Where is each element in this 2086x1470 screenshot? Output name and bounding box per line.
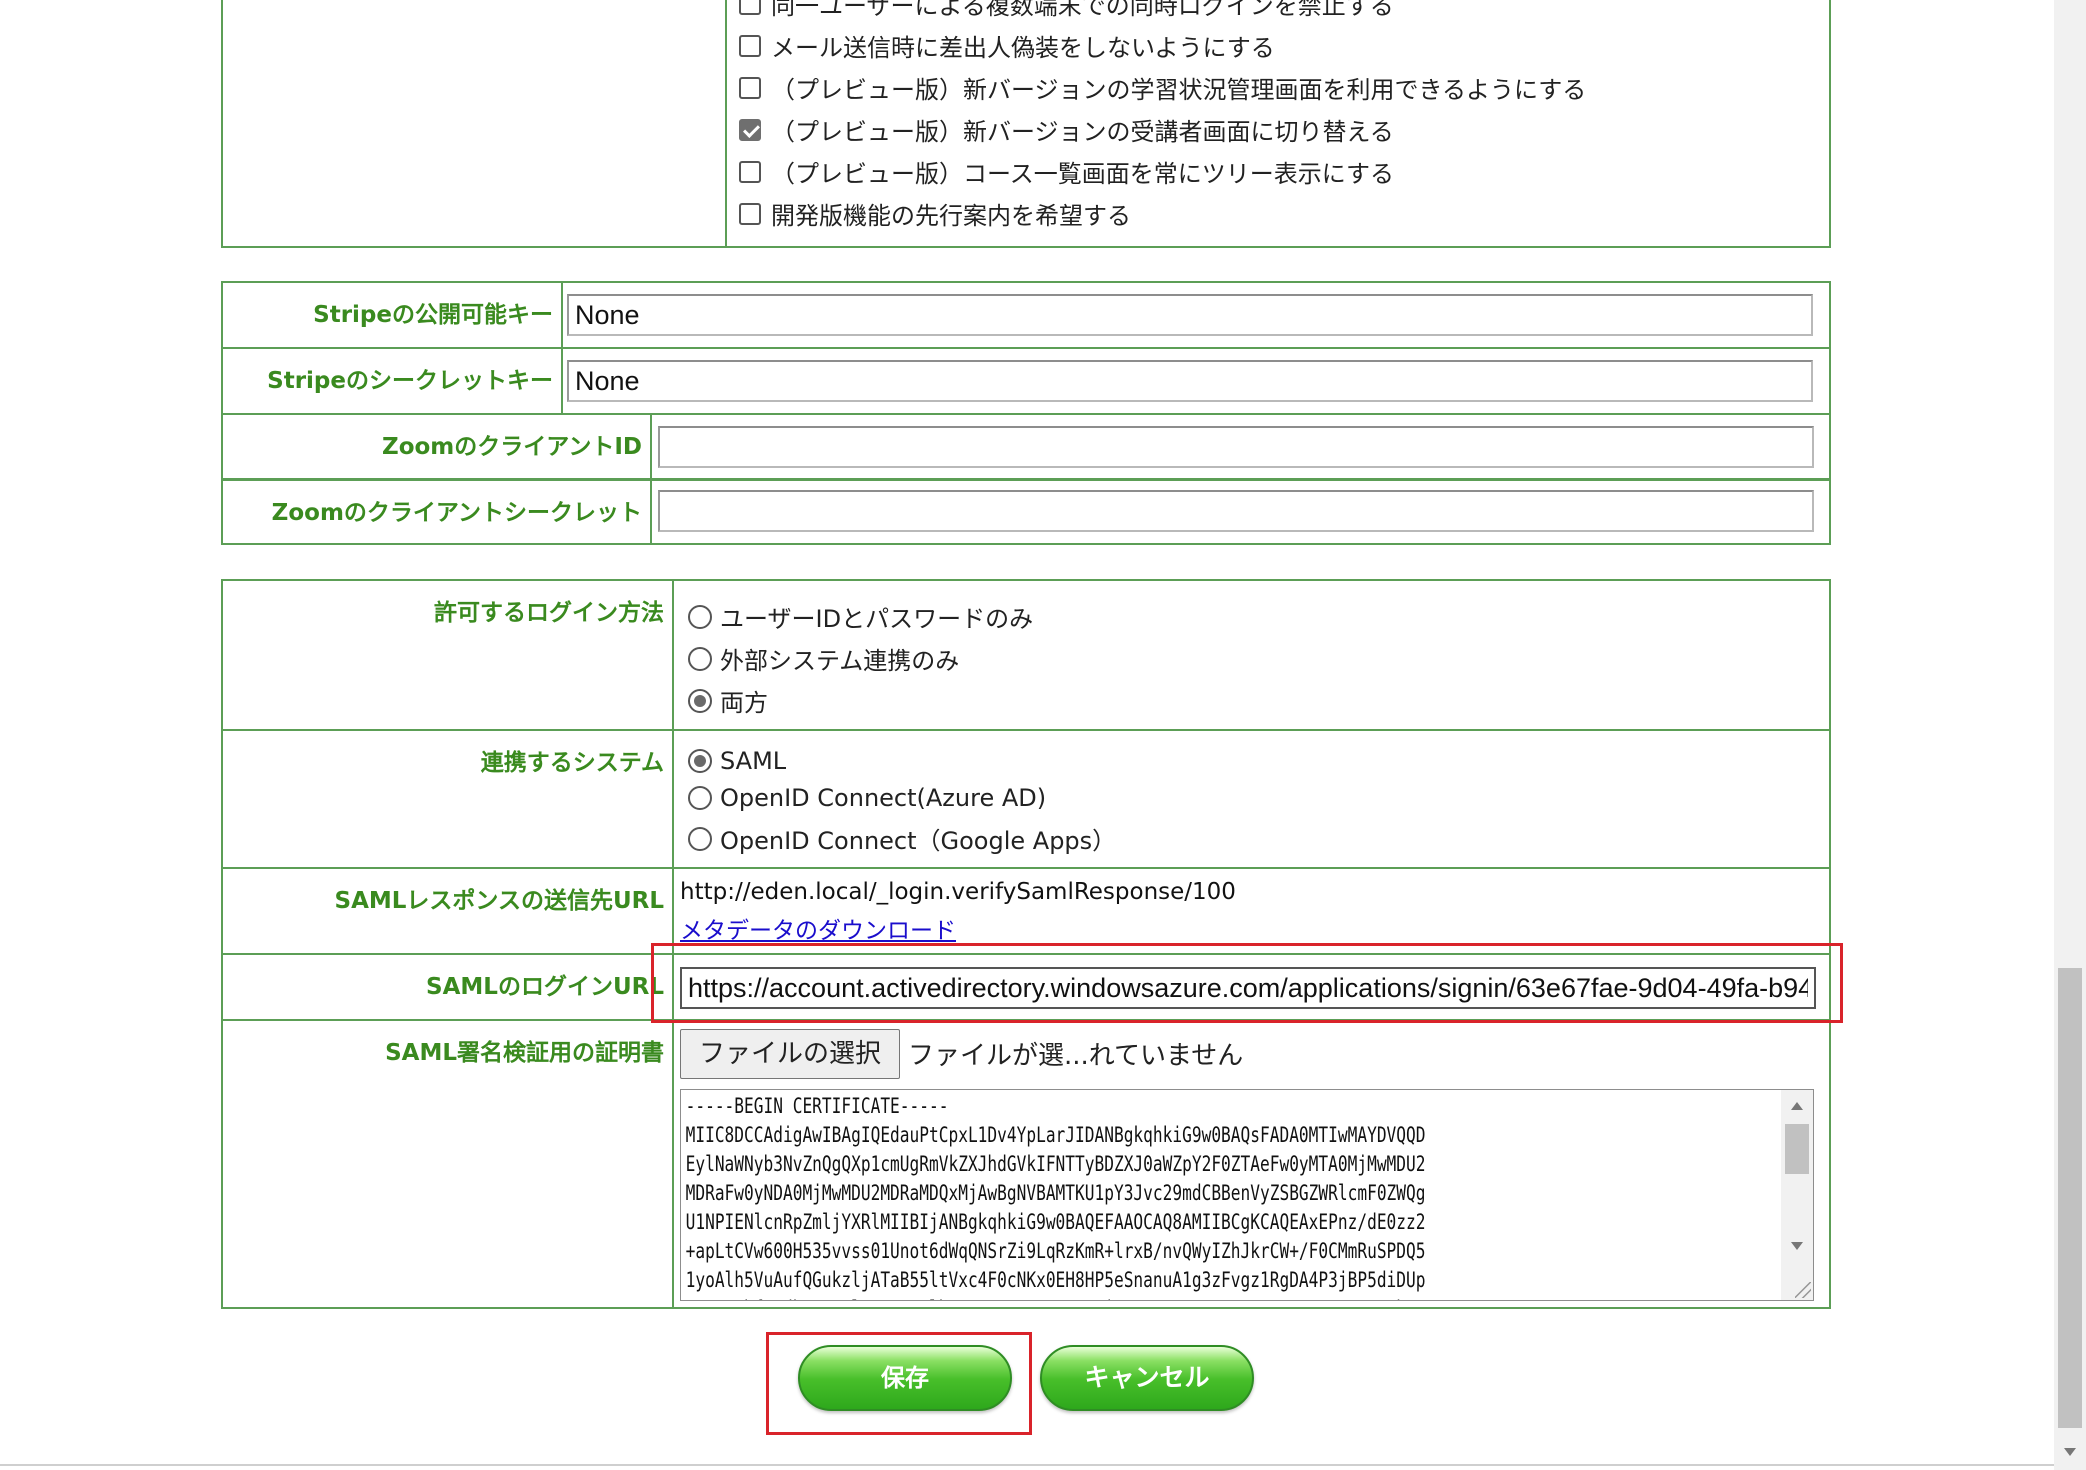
highlight-save-button xyxy=(766,1332,1032,1435)
scroll-up-arrow-icon[interactable] xyxy=(1791,1102,1803,1110)
option-preview-student-screen[interactable]: （プレビュー版）新バージョンの受講者画面に切り替える xyxy=(739,112,1394,147)
radio-label: 外部システム連携のみ xyxy=(720,647,960,675)
option-label: メール送信時に差出人偽装をしないようにする xyxy=(771,34,1275,62)
options-label-cell xyxy=(223,0,727,246)
stripe-secret-key-label: Stripeのシークレットキー xyxy=(223,349,563,413)
system-openid-google[interactable]: OpenID Connect（Google Apps） xyxy=(688,821,1116,856)
zoom-client-secret-input[interactable] xyxy=(658,490,1814,532)
radio[interactable] xyxy=(688,646,712,671)
textarea-scrollbar[interactable] xyxy=(1781,1090,1813,1300)
options-value-cell: 同一ユーザーによる複数端末での同時ログインを禁止する メール送信時に差出人偽装を… xyxy=(727,0,1829,246)
file-choose-button[interactable]: ファイルの選択 xyxy=(680,1029,900,1079)
login-method-row: 許可するログイン方法 ユーザーIDとパスワードのみ 外部システム連携のみ 両方 xyxy=(223,581,1829,731)
stripe-public-key-input[interactable] xyxy=(567,294,1813,336)
page-scroll-down-arrow-icon[interactable] xyxy=(2064,1448,2076,1456)
linked-system-row: 連携するシステム SAML OpenID Connect(Azure AD) O… xyxy=(223,731,1829,869)
option-label: （プレビュー版）コース一覧画面を常にツリー表示にする xyxy=(771,160,1395,188)
stripe-secret-key-input[interactable] xyxy=(567,360,1813,402)
highlight-saml-login-url xyxy=(651,943,1843,1023)
stripe-secret-key-row: Stripeのシークレットキー xyxy=(223,349,1829,415)
checkbox[interactable] xyxy=(739,0,761,15)
certificate-textarea[interactable]: -----BEGIN CERTIFICATE----- MIIC8DCCAdig… xyxy=(680,1089,1814,1301)
certificate-text: -----BEGIN CERTIFICATE----- MIIC8DCCAdig… xyxy=(685,1094,1426,1300)
option-label: 同一ユーザーによる複数端末での同時ログインを禁止する xyxy=(771,0,1394,20)
radio-label: ユーザーIDとパスワードのみ xyxy=(720,605,1034,633)
checkbox-checked[interactable] xyxy=(739,118,761,141)
stripe-public-key-row: Stripeの公開可能キー xyxy=(223,283,1829,349)
page-scrollbar[interactable] xyxy=(2054,0,2086,1470)
radio-label: OpenID Connect（Google Apps） xyxy=(720,827,1117,855)
checkbox[interactable] xyxy=(739,34,761,57)
zoom-client-id-input[interactable] xyxy=(658,426,1814,468)
login-method-password-only[interactable]: ユーザーIDとパスワードのみ xyxy=(688,599,1033,634)
file-status-text: ファイルが選...れていません xyxy=(908,1041,1244,1071)
radio-label: SAML xyxy=(720,747,787,775)
options-section: 同一ユーザーによる複数端末での同時ログインを禁止する メール送信時に差出人偽装を… xyxy=(221,0,1831,248)
cancel-button[interactable]: キャンセル xyxy=(1040,1345,1254,1411)
radio-label: OpenID Connect(Azure AD) xyxy=(720,784,1047,812)
checkbox[interactable] xyxy=(739,160,761,183)
option-dev-features[interactable]: 開発版機能の先行案内を希望する xyxy=(739,196,1131,231)
radio-label: 両方 xyxy=(720,689,768,717)
saml-login-url-label: SAMLのログインURL xyxy=(223,955,674,1019)
scroll-down-arrow-icon[interactable] xyxy=(1791,1242,1803,1250)
radio[interactable] xyxy=(688,786,712,810)
login-method-label: 許可するログイン方法 xyxy=(223,581,674,729)
scroll-thumb[interactable] xyxy=(1785,1124,1809,1174)
saml-response-url: http://eden.local/_login.verifySamlRespo… xyxy=(680,879,1236,905)
option-sender-spoof[interactable]: メール送信時に差出人偽装をしないようにする xyxy=(739,28,1275,63)
resize-grip-icon[interactable] xyxy=(1795,1282,1811,1298)
metadata-download-link[interactable]: メタデータのダウンロード xyxy=(680,911,956,945)
option-label: （プレビュー版）新バージョンの受講者画面に切り替える xyxy=(771,118,1394,146)
saml-response-label: SAMLレスポンスの送信先URL xyxy=(223,869,674,953)
system-saml[interactable]: SAML xyxy=(688,747,786,775)
checkbox[interactable] xyxy=(739,202,761,225)
option-concurrent-login[interactable]: 同一ユーザーによる複数端末での同時ログインを禁止する xyxy=(739,0,1394,21)
page-bottom-line xyxy=(0,1464,2054,1466)
page-scroll-thumb[interactable] xyxy=(2058,968,2082,1428)
checkbox[interactable] xyxy=(739,76,761,99)
stripe-public-key-label: Stripeの公開可能キー xyxy=(223,283,563,347)
login-method-both[interactable]: 両方 xyxy=(688,683,768,718)
zoom-client-id-label: ZoomのクライアントID xyxy=(223,415,652,478)
zoom-client-secret-row: Zoomのクライアントシークレット xyxy=(223,481,1829,543)
system-openid-azure[interactable]: OpenID Connect(Azure AD) xyxy=(688,784,1046,812)
option-label: 開発版機能の先行案内を希望する xyxy=(771,202,1131,230)
login-method-external-only[interactable]: 外部システム連携のみ xyxy=(688,641,959,676)
saml-certificate-row: SAML署名検証用の証明書 ファイルの選択 ファイルが選...れていません --… xyxy=(223,1021,1829,1309)
option-preview-learning-status[interactable]: （プレビュー版）新バージョンの学習状況管理画面を利用できるようにする xyxy=(739,70,1586,105)
radio-checked[interactable] xyxy=(688,688,712,713)
keys-section: Stripeの公開可能キー Stripeのシークレットキー Zoomのクライアン… xyxy=(221,281,1831,545)
option-preview-course-tree[interactable]: （プレビュー版）コース一覧画面を常にツリー表示にする xyxy=(739,154,1394,189)
zoom-client-secret-label: Zoomのクライアントシークレット xyxy=(223,481,652,543)
radio-checked[interactable] xyxy=(688,749,712,773)
radio[interactable] xyxy=(688,604,712,629)
saml-certificate-label: SAML署名検証用の証明書 xyxy=(223,1021,674,1309)
zoom-client-id-row: ZoomのクライアントID xyxy=(223,415,1829,481)
linked-system-label: 連携するシステム xyxy=(223,731,674,867)
option-label: （プレビュー版）新バージョンの学習状況管理画面を利用できるようにする xyxy=(771,76,1587,104)
radio[interactable] xyxy=(688,826,712,851)
